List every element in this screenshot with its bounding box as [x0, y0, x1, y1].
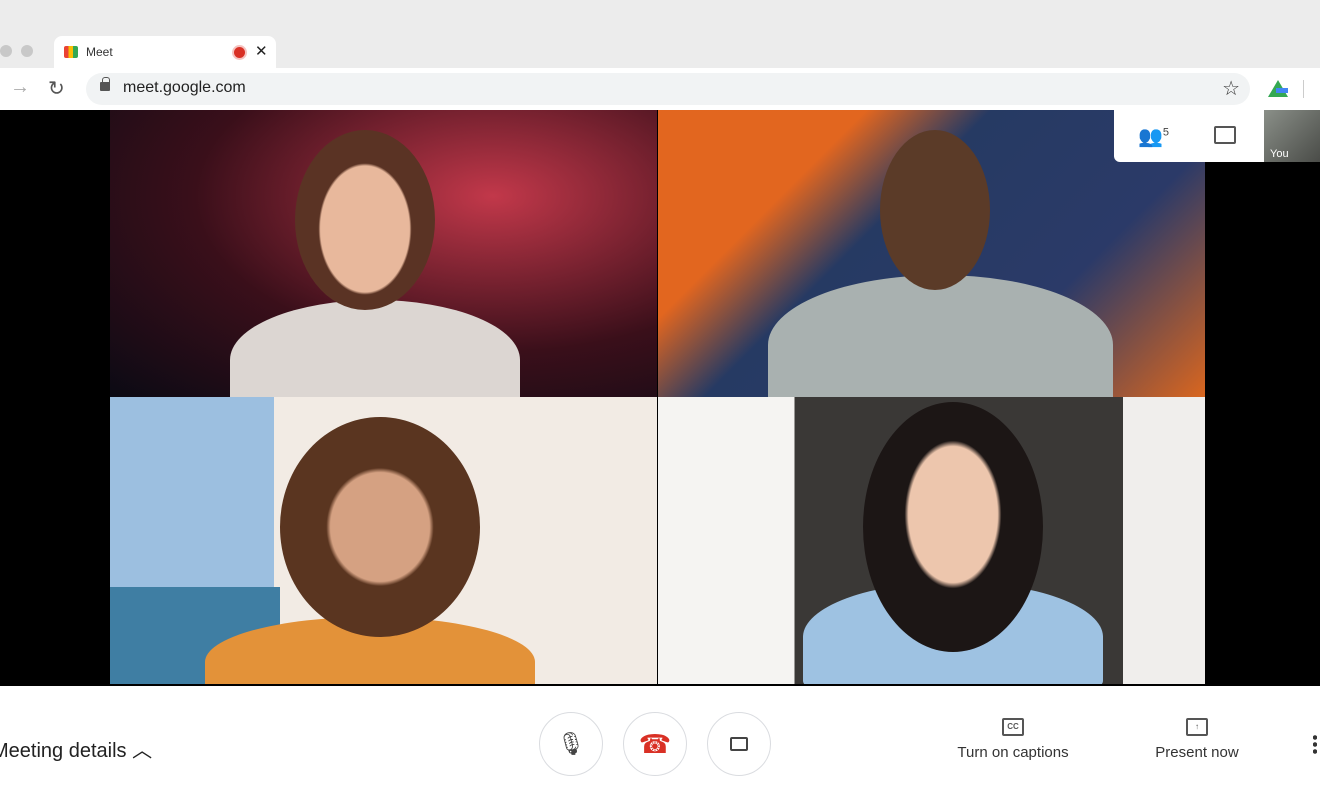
window-close-dot[interactable] [0, 45, 12, 57]
meeting-controls-bar: Meeting details ︿ 🎙 ☎ CC Turn on captions… [0, 686, 1320, 800]
close-tab-icon[interactable]: ✕ [255, 42, 268, 60]
chevron-up-icon: ︿ [132, 740, 153, 762]
meeting-details-button[interactable]: Meeting details ︿ [0, 734, 152, 763]
tab-title: Meet [86, 45, 113, 59]
present-icon: ↑ [1186, 718, 1208, 736]
present-label: Present now [1155, 744, 1239, 761]
window-minimize-dot[interactable] [21, 45, 33, 57]
captions-label: Turn on captions [957, 744, 1069, 761]
participant-body [768, 275, 1113, 397]
camera-button[interactable] [707, 712, 771, 776]
participant-face [863, 402, 1043, 652]
people-button[interactable]: 👥5 [1138, 124, 1169, 149]
url-text: meet.google.com [123, 79, 246, 96]
lock-icon [100, 77, 110, 91]
reload-icon[interactable]: ↻ [48, 76, 65, 101]
mic-icon: 🎙 [557, 731, 585, 756]
captions-icon: CC [1002, 718, 1024, 736]
mic-button[interactable]: 🎙 [539, 712, 603, 776]
more-options-icon[interactable] [1313, 734, 1317, 754]
divider [1303, 80, 1304, 98]
participant-face [280, 417, 480, 637]
video-tile-1[interactable] [110, 110, 657, 397]
meeting-top-controls: 👥5 [1114, 110, 1264, 162]
video-tile-3[interactable] [110, 397, 657, 684]
drive-extension-icon[interactable] [1268, 80, 1288, 97]
browser-toolbar: → ↻ meet.google.com ☆ [0, 68, 1320, 110]
chat-icon[interactable] [1214, 126, 1236, 144]
self-view-tile[interactable]: You [1264, 110, 1320, 162]
tab-strip: Meet ✕ [0, 0, 1320, 70]
participant-body [230, 300, 520, 397]
captions-button[interactable]: CC Turn on captions [952, 718, 1074, 761]
address-bar[interactable]: meet.google.com ☆ [86, 73, 1250, 105]
present-now-button[interactable]: ↑ Present now [1150, 718, 1244, 761]
meet-logo-icon [64, 46, 78, 58]
participant-count: 5 [1162, 126, 1170, 139]
self-label: You [1270, 148, 1289, 160]
camera-icon [730, 737, 748, 751]
end-call-button[interactable]: ☎ [623, 712, 687, 776]
meeting-details-label: Meeting details [0, 740, 127, 762]
end-call-icon: ☎ [638, 728, 672, 759]
video-tile-4[interactable] [658, 397, 1205, 684]
tab-meet[interactable]: Meet ✕ [54, 36, 276, 70]
bookmark-star-icon[interactable]: ☆ [1222, 76, 1240, 101]
participant-face [880, 130, 990, 290]
participant-face [295, 130, 435, 310]
forward-icon[interactable]: → [10, 76, 30, 99]
recording-icon [234, 47, 245, 58]
video-stage [0, 110, 1320, 686]
